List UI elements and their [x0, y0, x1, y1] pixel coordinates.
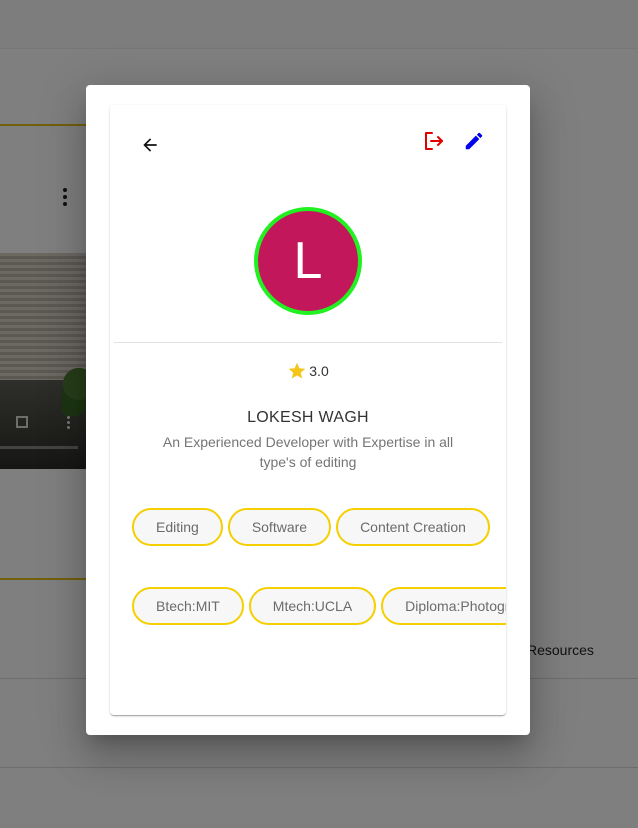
education-chip[interactable]: Diploma:Photography [381, 587, 506, 625]
arrow-back-icon [143, 138, 157, 152]
education-chip[interactable]: Mtech:UCLA [248, 587, 377, 625]
pencil-icon [465, 132, 483, 150]
avatar: L [254, 207, 362, 315]
rating: 3.0 [110, 361, 506, 381]
divider [114, 342, 502, 343]
logout-icon [425, 132, 443, 150]
back-button[interactable] [134, 129, 166, 161]
edit-button[interactable] [460, 127, 488, 155]
profile-card: L 3.0 LOKESH WAGH An Experienced Develop… [110, 105, 506, 715]
skill-chip[interactable]: Editing [132, 508, 223, 546]
star-icon [288, 362, 306, 379]
skill-chip[interactable]: Content Creation [336, 508, 490, 546]
profile-name: LOKESH WAGH [247, 409, 369, 426]
skill-chip[interactable]: Software [227, 508, 332, 546]
profile-bio: An Experienced Developer with Expertise … [162, 434, 454, 470]
skills-chips: Editing Software Content Creation [132, 508, 495, 546]
education-chip[interactable]: Btech:MIT [132, 587, 244, 625]
profile-dialog: L 3.0 LOKESH WAGH An Experienced Develop… [86, 85, 530, 735]
logout-button[interactable] [420, 127, 448, 155]
education-chips: Btech:MIT Mtech:UCLA Diploma:Photography [132, 587, 506, 625]
rating-value: 3.0 [309, 363, 329, 379]
